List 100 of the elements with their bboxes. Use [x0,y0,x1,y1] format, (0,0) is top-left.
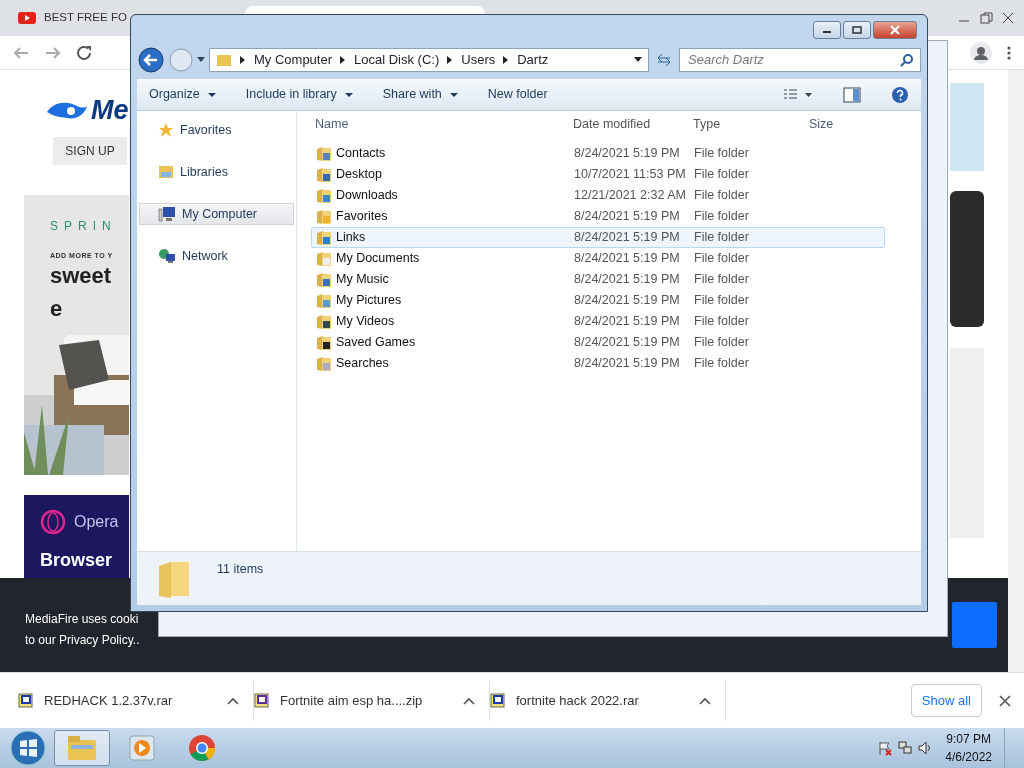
toolbar-button[interactable]: Share with [382,85,442,104]
close-icon[interactable] [1000,11,1016,25]
file-row[interactable]: Downloads 12/21/2021 2:32 AM File folder [311,185,885,206]
avatar-icon[interactable] [970,41,992,64]
column-header[interactable]: Date modified [573,116,651,131]
toolbar-button[interactable]: Organize [149,85,200,104]
file-name: My Music [336,271,389,289]
caret-icon[interactable] [463,696,475,705]
ad-title: Browser [40,548,114,572]
reload-icon[interactable] [76,44,94,61]
type-cell-text: File folder [693,313,750,331]
breadcrumb-item[interactable]: Local Disk (C:) [354,50,440,70]
nav-item[interactable]: Network [139,245,294,267]
column-header[interactable]: Name [315,114,349,134]
network-icon[interactable] [897,740,914,756]
date-cell-text: 8/24/2021 5:19 PM [573,313,681,331]
ring-logo-icon [40,508,66,535]
restore-icon[interactable] [978,11,994,25]
file-row[interactable]: Searches 8/24/2021 5:19 PM File folder [311,353,885,374]
file-row[interactable]: Links 8/24/2021 5:19 PM File folder [311,227,885,248]
view-options-icon[interactable] [783,87,813,102]
column-header[interactable]: Type [693,116,721,131]
nav-item[interactable]: Libraries [139,161,294,183]
date-cell-text: 8/24/2021 5:19 PM [573,271,681,289]
nav-item[interactable]: Favorites [139,119,294,141]
caret-icon[interactable] [449,91,458,98]
date-cell-text: 10/7/2021 11:53 PM [573,166,687,184]
clock-time[interactable]: 9:07 PM [945,730,992,748]
date-cell-text: 8/24/2021 5:19 PM [573,250,681,268]
show-all-button[interactable]: Show all [910,683,982,718]
minimize-button[interactable] [813,21,841,39]
close-icon [889,25,901,35]
breadcrumb-item[interactable]: My Computer [254,50,333,70]
chevron-icon[interactable] [240,56,246,64]
library-icon [158,164,174,180]
taskbar-button[interactable] [54,730,110,766]
file-row[interactable]: My Music 8/24/2021 5:19 PM File folder [311,269,885,290]
folder-icon [316,334,332,351]
chevron-icon[interactable] [340,56,347,64]
chevron-icon[interactable] [503,56,510,64]
file-name: Links [336,229,366,247]
sign-up-button[interactable]: SIGN UP [53,136,127,165]
date-cell-text: 8/24/2021 5:19 PM [573,355,681,373]
caret-icon[interactable] [699,696,711,705]
type-cell-text: File folder [693,334,750,352]
caret-icon[interactable] [207,91,216,98]
download-name[interactable]: Fortnite aim esp ha....zip [280,690,453,711]
caret-icon[interactable] [227,696,239,705]
back-button[interactable] [137,46,165,74]
scrollbar[interactable] [1008,70,1024,672]
file-name: Contacts [336,145,386,163]
chevron-icon[interactable] [447,56,454,64]
clock-date[interactable]: 4/6/2022 [945,748,992,766]
column-header[interactable]: Size [809,116,834,131]
menu-icon[interactable] [1006,44,1012,61]
play-icon [129,735,155,761]
maximize-button[interactable] [843,21,871,39]
folder-icon [316,229,332,246]
folder-icon [316,313,332,330]
breadcrumb-item[interactable]: Users [461,50,496,70]
close-icon[interactable] [998,693,1012,708]
folder-icon [316,208,332,225]
help-icon[interactable] [891,85,909,104]
browser-icon [188,734,216,762]
cookie-text: to our Privacy Policy.. [25,632,141,649]
address-bar[interactable]: My Computer Local Disk (C:) Users Dartz [209,48,649,72]
toolbar-button[interactable]: New folder [487,85,548,104]
file-row[interactable]: My Videos 8/24/2021 5:19 PM File folder [311,311,885,332]
search-icon[interactable] [900,53,914,67]
nav-item[interactable]: My Computer [139,203,294,225]
archive-icon [490,692,506,709]
maximize-icon [852,26,862,34]
caret-icon[interactable] [344,91,353,98]
preview-pane-icon[interactable] [843,86,861,103]
folder-icon [67,735,97,761]
ad-brand: Opera [74,511,119,532]
download-name[interactable]: REDHACK 1.2.37v.rar [44,690,217,711]
file-row[interactable]: Desktop 10/7/2021 11:53 PM File folder [311,164,885,185]
folder-icon [157,560,191,600]
folder-icon [316,292,332,309]
file-row[interactable]: My Pictures 8/24/2021 5:19 PM File folder [311,290,885,311]
file-name: Searches [336,355,389,373]
dropdown-icon[interactable] [197,57,205,63]
ad-label: SPRIN [50,217,117,235]
search-box[interactable]: Search Dartz [679,48,921,72]
download-name[interactable]: fortnite hack 2022.rar [516,690,689,711]
file-row[interactable]: My Documents 8/24/2021 5:19 PM File folder [311,248,885,269]
tab-title[interactable]: BEST FREE FO [44,9,127,27]
flag-icon[interactable] [877,740,894,756]
file-row[interactable]: Favorites 8/24/2021 5:19 PM File folder [311,206,885,227]
dropdown-icon[interactable] [634,57,642,63]
date-cell-text: 8/24/2021 5:19 PM [573,208,681,226]
breadcrumb-item[interactable]: Dartz [517,50,549,70]
folder-icon [316,250,332,267]
file-name: My Videos [336,313,395,331]
file-row[interactable]: Saved Games 8/24/2021 5:19 PM File folder [311,332,885,353]
close-button[interactable] [873,21,917,39]
toolbar-button[interactable]: Include in library [245,85,337,104]
archive-icon [18,692,34,709]
file-row[interactable]: Contacts 8/24/2021 5:19 PM File folder [311,143,885,164]
